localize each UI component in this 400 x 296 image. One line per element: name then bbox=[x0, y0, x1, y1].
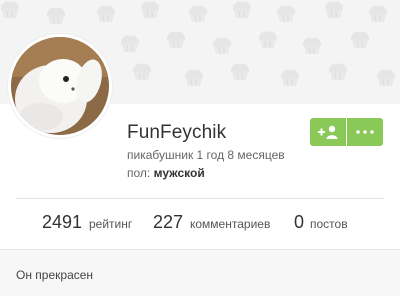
member-since: пикабушник 1 год 8 месяцев bbox=[127, 148, 285, 162]
about-section: Он прекрасен bbox=[0, 250, 400, 296]
profile-actions bbox=[310, 118, 383, 146]
subscribe-button[interactable] bbox=[310, 118, 346, 146]
gender-label: пол: bbox=[127, 166, 151, 180]
more-dots-icon bbox=[356, 130, 374, 134]
rating-value: 2491 bbox=[42, 212, 83, 232]
divider bbox=[16, 198, 384, 199]
gender-info: пол: мужской bbox=[127, 166, 205, 180]
more-button[interactable] bbox=[347, 118, 383, 146]
profile-stats: 2491 рейтинг 227 комментариев 0 постов bbox=[0, 212, 400, 236]
avatar-image bbox=[11, 37, 109, 135]
posts-label[interactable]: постов bbox=[310, 217, 348, 231]
about-text: Он прекрасен bbox=[16, 268, 94, 282]
gender-value: мужской bbox=[153, 166, 205, 180]
username[interactable]: FunFeychik bbox=[127, 122, 226, 144]
posts-value[interactable]: 0 bbox=[294, 212, 304, 233]
avatar[interactable] bbox=[8, 34, 112, 138]
rating-label: рейтинг bbox=[89, 217, 133, 231]
add-user-icon bbox=[318, 125, 338, 139]
comments-label[interactable]: комментариев bbox=[190, 217, 270, 231]
comments-value[interactable]: 227 bbox=[153, 212, 183, 233]
